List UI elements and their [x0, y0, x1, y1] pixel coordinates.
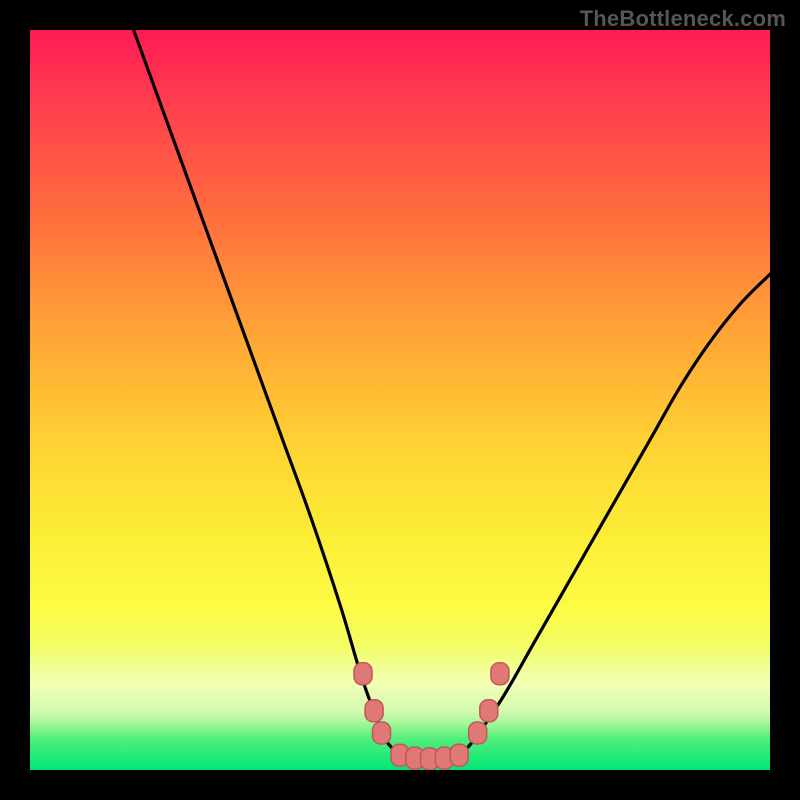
curve-left-branch	[134, 30, 386, 740]
marker-left-mid	[365, 700, 383, 722]
curve-svg	[30, 30, 770, 770]
marker-left-lower	[373, 722, 391, 744]
marker-floor-right	[450, 744, 468, 766]
bottleneck-curve	[134, 30, 770, 759]
marker-right-lower	[469, 722, 487, 744]
attribution-text: TheBottleneck.com	[580, 6, 786, 32]
plot-area	[30, 30, 770, 770]
chart-frame: TheBottleneck.com	[0, 0, 800, 800]
curve-markers	[354, 663, 509, 770]
marker-right-mid	[480, 700, 498, 722]
curve-right-branch	[474, 274, 770, 740]
marker-right-upper	[491, 663, 509, 685]
marker-left-upper	[354, 663, 372, 685]
